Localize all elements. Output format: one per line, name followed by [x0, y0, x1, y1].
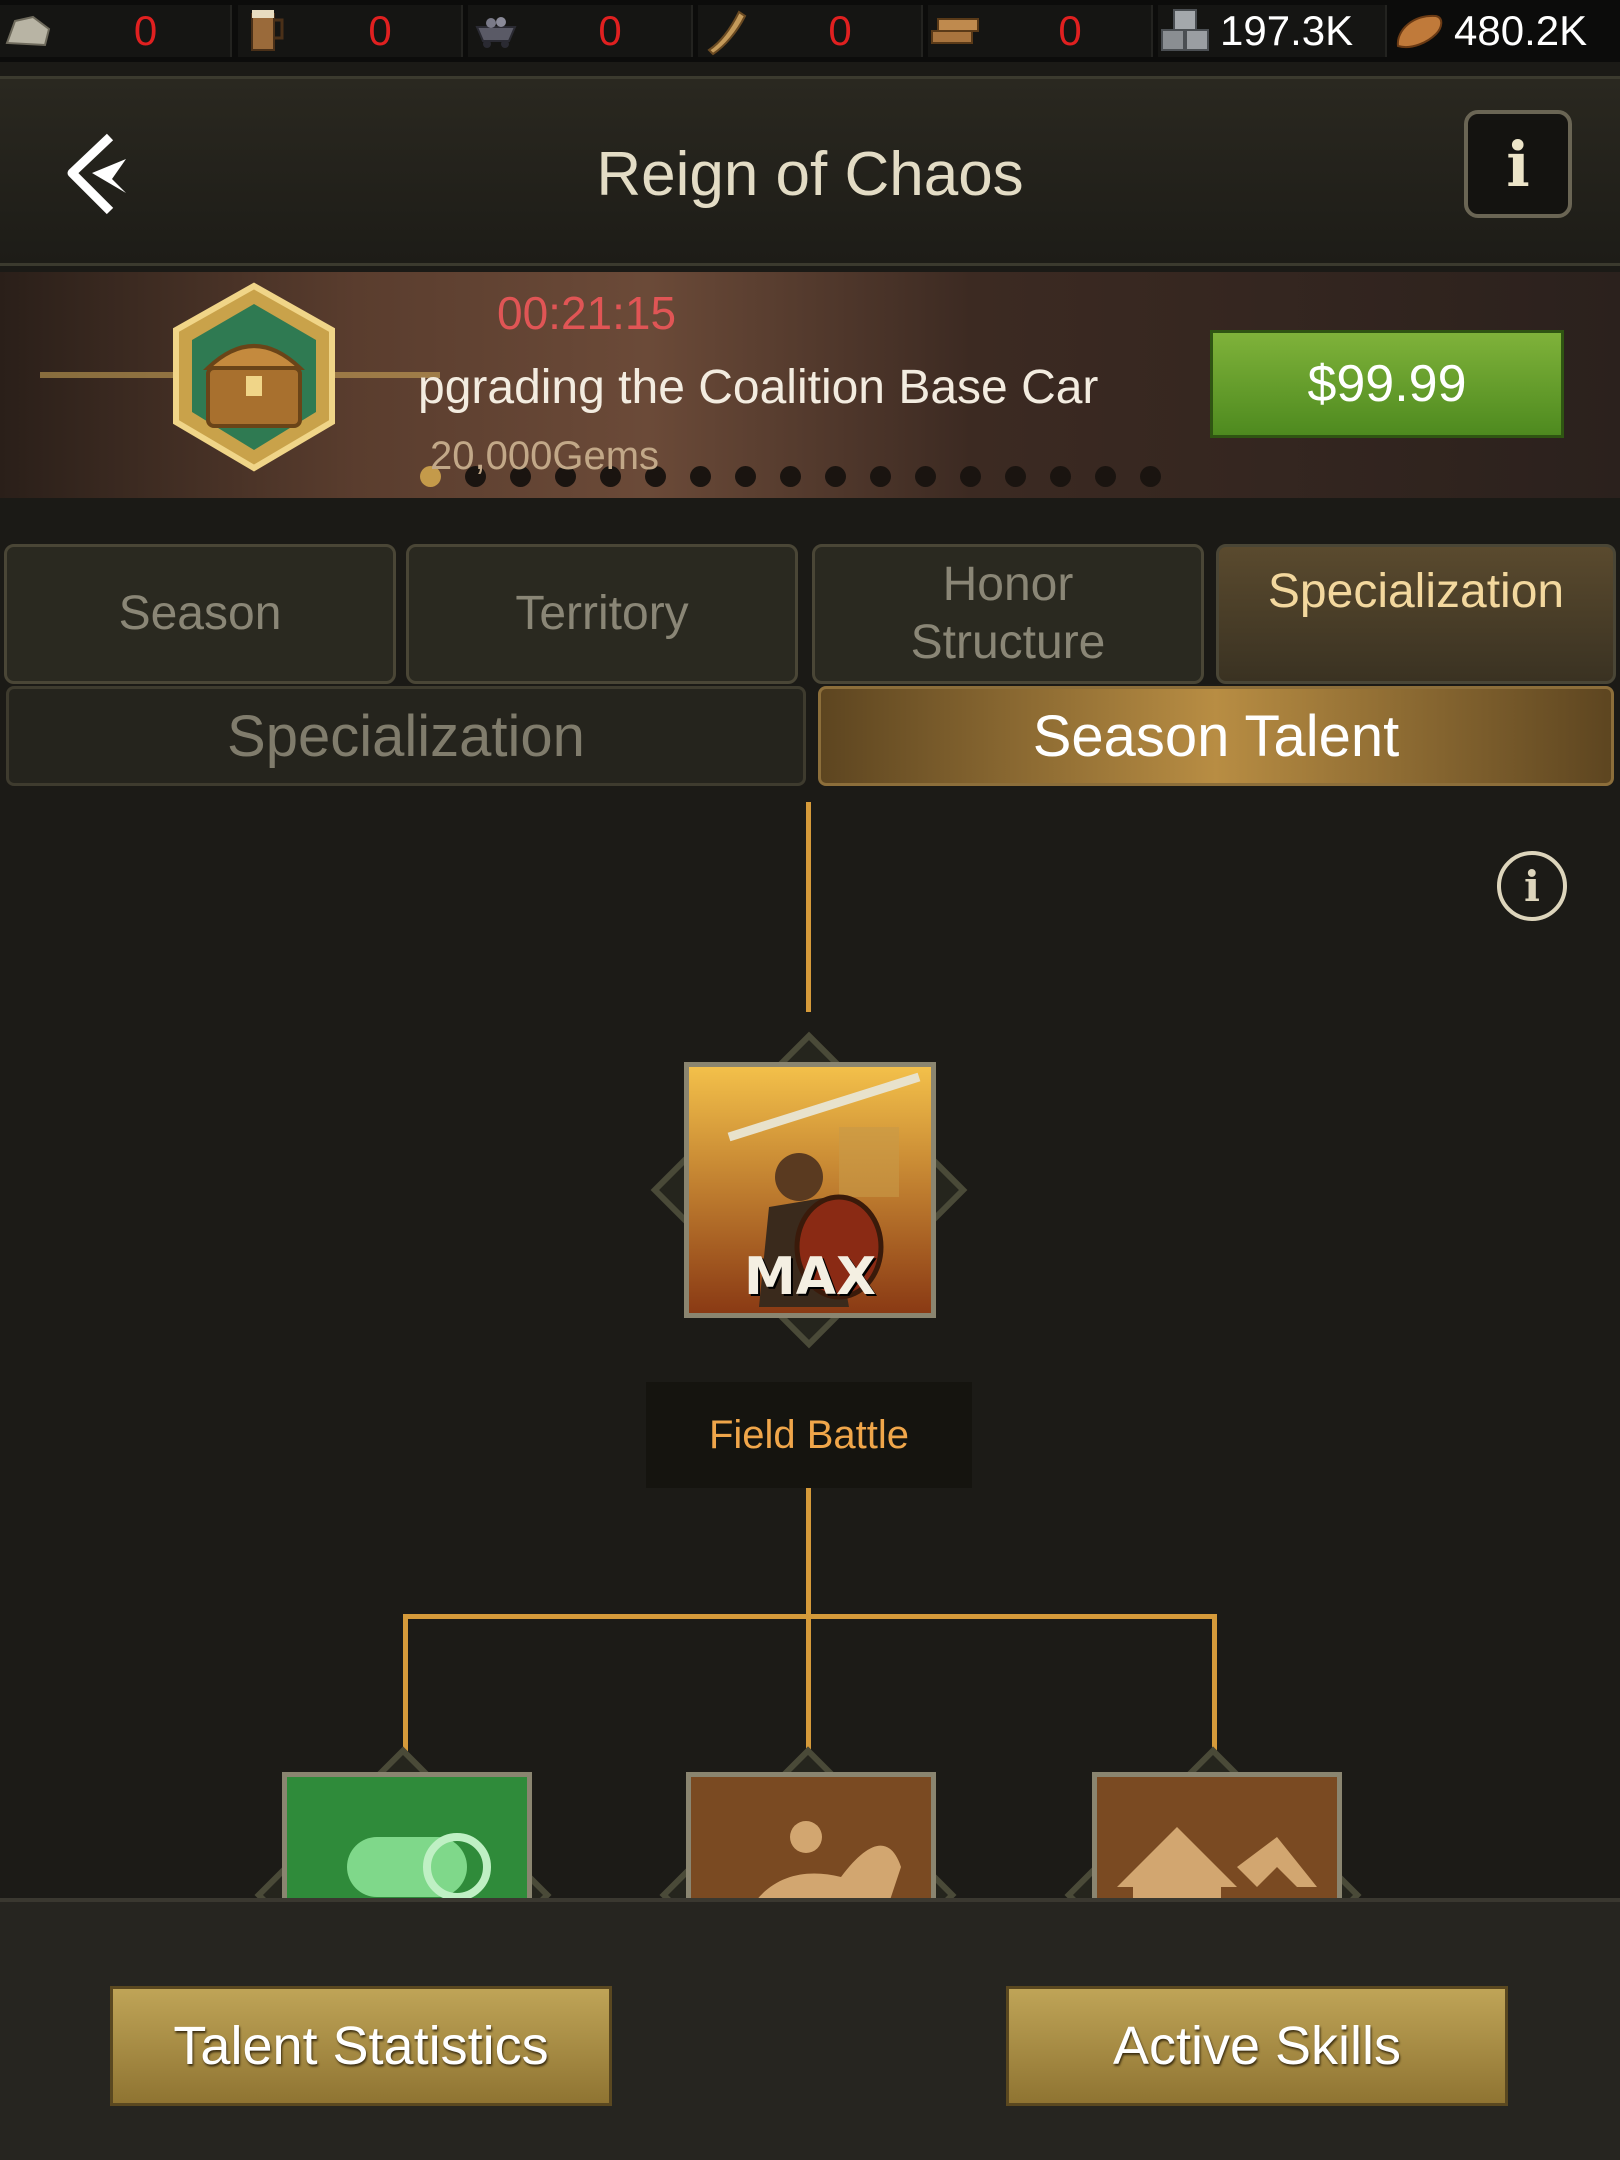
info-icon: i — [1506, 127, 1530, 201]
resource-horn[interactable]: 0 — [698, 1, 926, 61]
stone-ore-icon — [0, 5, 56, 57]
resource-bread[interactable]: 480.2K — [1392, 1, 1620, 61]
resource-value: 0 — [1058, 7, 1082, 54]
horn-icon — [698, 5, 754, 57]
talent-statistics-button[interactable]: Talent Statistics — [110, 1986, 612, 2106]
subtab-specialization[interactable]: Specialization — [6, 686, 806, 786]
help-icon[interactable]: i — [1497, 851, 1567, 921]
tab-honor-structure[interactable]: Honor Structure — [812, 544, 1204, 684]
lumber-icon — [928, 5, 984, 57]
talent-node-field-battle[interactable]: MAX — [684, 1062, 936, 1318]
pager-dot[interactable] — [915, 466, 936, 487]
resource-value: 0 — [368, 7, 392, 54]
resource-ale[interactable]: 0 — [238, 1, 466, 61]
page-title: Reign of Chaos — [596, 140, 1024, 209]
tree-connector — [403, 1614, 408, 1760]
tree-connector — [1212, 1614, 1217, 1760]
pager-dot[interactable] — [960, 466, 981, 487]
tree-connector — [806, 1460, 811, 1760]
promo-timer: 00:21:15 — [497, 287, 677, 339]
resource-lumber[interactable]: 0 — [928, 1, 1156, 61]
pager-dot[interactable] — [1095, 466, 1116, 487]
talent-node-name: Field Battle — [646, 1382, 972, 1488]
resource-value: 480.2K — [1454, 7, 1588, 54]
promo-message: pgrading the Coalition Base Car — [418, 361, 1099, 414]
resource-value: 0 — [598, 7, 622, 54]
pager-dot[interactable] — [690, 466, 711, 487]
subtab-season-talent[interactable]: Season Talent — [818, 686, 1614, 786]
treasure-chest-icon — [40, 282, 440, 472]
resource-value: 0 — [828, 7, 852, 54]
max-badge: MAX — [743, 1247, 877, 1307]
pager-dot[interactable] — [825, 466, 846, 487]
resource-bar: 0 0 0 0 0 197.3K 480.2K — [0, 0, 1620, 62]
bread-icon — [1392, 5, 1448, 57]
active-skills-button[interactable]: Active Skills — [1006, 1986, 1508, 2106]
resource-ore-cart[interactable]: 0 — [468, 1, 696, 61]
resource-stone-blocks[interactable]: 197.3K — [1158, 1, 1390, 61]
tree-connector — [403, 1614, 1217, 1619]
resource-value: 0 — [133, 7, 158, 54]
promo-gems: 20,000Gems — [430, 434, 660, 478]
tab-season[interactable]: Season — [4, 544, 396, 684]
resource-value: 197.3K — [1220, 7, 1354, 54]
resource-stone-ore[interactable]: 0 — [0, 1, 235, 61]
ore-cart-icon — [468, 5, 524, 57]
buy-button[interactable]: $99.99 — [1210, 330, 1564, 438]
pager-dot[interactable] — [735, 466, 756, 487]
page-header: Reign of Chaos — [0, 76, 1620, 266]
pager-dot[interactable] — [1005, 466, 1026, 487]
pager-dot[interactable] — [870, 466, 891, 487]
pager-dot[interactable] — [1050, 466, 1071, 487]
tab-territory[interactable]: Territory — [406, 544, 798, 684]
tree-connector — [806, 802, 811, 1012]
info-button[interactable]: i — [1464, 110, 1572, 218]
ale-mug-icon — [238, 5, 294, 57]
stone-blocks-icon — [1158, 5, 1214, 57]
tab-specialization[interactable]: Specialization — [1216, 544, 1616, 684]
pager-dot[interactable] — [1140, 466, 1161, 487]
pager-dot[interactable] — [780, 466, 801, 487]
